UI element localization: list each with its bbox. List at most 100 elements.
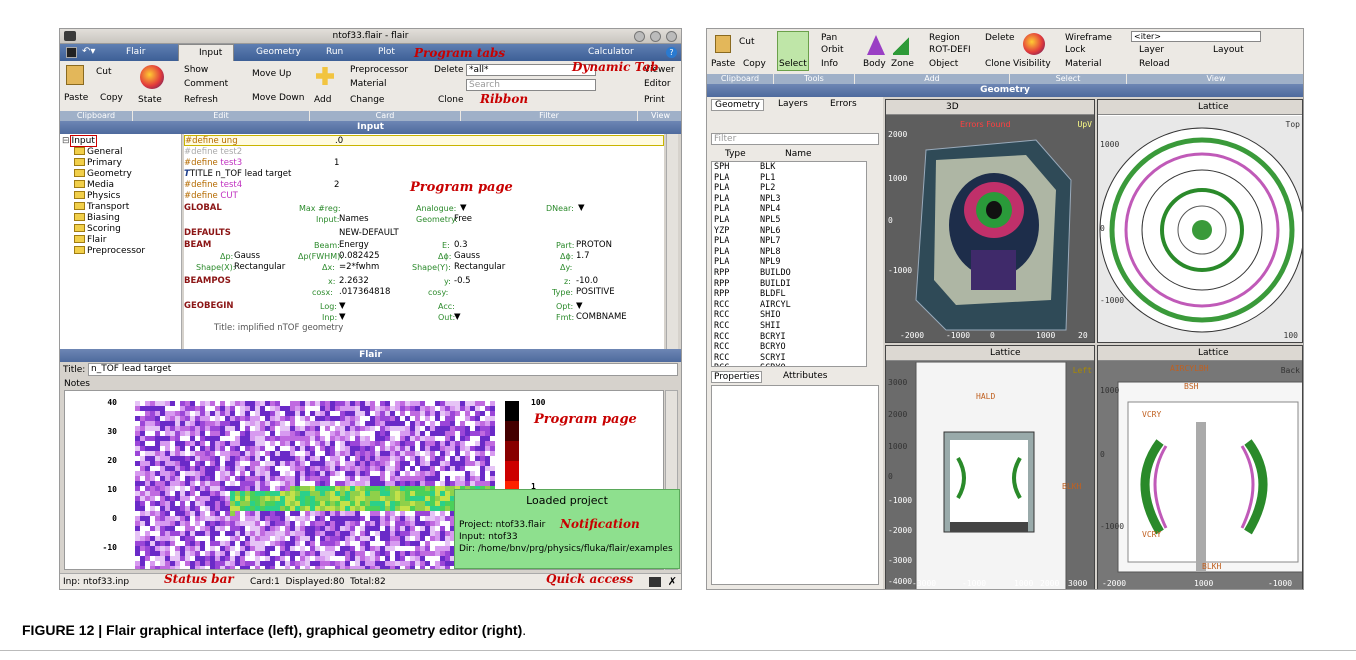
- cut-button[interactable]: Cut: [739, 37, 755, 47]
- layer-button[interactable]: Layer: [1139, 45, 1164, 55]
- body-list-item[interactable]: RPP BUILDO: [714, 268, 866, 279]
- tree-primary[interactable]: Primary: [62, 158, 179, 169]
- tab-geometry[interactable]: Geometry: [711, 99, 764, 111]
- card-geobegin[interactable]: GEOBEGIN Log: ▼ Acc: Opt: ▼ Inp: ▼ Out: ▼ Fm…: [184, 301, 664, 334]
- body-list-item[interactable]: PLA NPL8: [714, 247, 866, 258]
- body-list-item[interactable]: SPH BLK: [714, 162, 866, 173]
- paste-icon[interactable]: [66, 65, 84, 85]
- card-global[interactable]: GLOBAL Max #reg: Analogue: ▼ DNear: ▼ Input…: [184, 203, 664, 225]
- maximize-button[interactable]: [650, 31, 661, 42]
- minimize-button[interactable]: [634, 31, 645, 42]
- comment-button[interactable]: Comment: [184, 79, 228, 89]
- undo-icon[interactable]: ↶▾: [82, 46, 95, 57]
- tree-flair[interactable]: Flair: [62, 235, 179, 246]
- viewport-mode[interactable]: Lattice: [990, 348, 1021, 358]
- cut-button[interactable]: Cut: [96, 67, 112, 77]
- viewport-left[interactable]: Lattice Left HALD BLKH 3000 2000 1000 0 …: [885, 345, 1095, 589]
- header-name[interactable]: Name: [785, 149, 812, 159]
- body-list-item[interactable]: RCC SHII: [714, 321, 866, 332]
- info-button[interactable]: Info: [821, 59, 838, 69]
- viewport-back[interactable]: Lattice Back AIRCYLBH BSH VCRY VCRY BLKH…: [1097, 345, 1303, 589]
- visibility-icon[interactable]: [1023, 33, 1045, 55]
- tab-calculator[interactable]: Calculator: [588, 47, 634, 57]
- change-button[interactable]: Change: [350, 95, 384, 105]
- wireframe-button[interactable]: Wireframe: [1065, 33, 1112, 43]
- print-button[interactable]: Print: [644, 95, 665, 105]
- tab-attributes[interactable]: Attributes: [781, 371, 829, 381]
- card-define-2[interactable]: #define test2: [184, 147, 664, 158]
- move-down-button[interactable]: Move Down: [252, 93, 305, 103]
- body-list-item[interactable]: RPP BLDFL: [714, 289, 866, 300]
- body-list-item[interactable]: RCC BCRYI: [714, 332, 866, 343]
- zone-icon[interactable]: [893, 35, 909, 55]
- move-up-button[interactable]: Move Up: [252, 69, 291, 79]
- material-button[interactable]: Material: [350, 79, 387, 89]
- body-list-item[interactable]: RCC BCRYO: [714, 342, 866, 353]
- body-list-item[interactable]: PLA NPL5: [714, 215, 866, 226]
- tab-input[interactable]: Input: [178, 44, 234, 61]
- viewport-3d[interactable]: 3D Errors Found UpV 2000 1000 0 -1000 -2…: [885, 99, 1095, 343]
- tree-input[interactable]: ⊟ Input: [62, 135, 179, 147]
- preprocessor-button[interactable]: Preprocessor: [350, 65, 408, 75]
- body-list-item[interactable]: PLA NPL3: [714, 194, 866, 205]
- orbit-button[interactable]: Orbit: [821, 45, 844, 55]
- delete-button[interactable]: Delete: [434, 65, 464, 75]
- select-button[interactable]: Select: [779, 59, 807, 69]
- material-button[interactable]: Material: [1065, 59, 1102, 69]
- body-list-item[interactable]: PLA PL2: [714, 183, 866, 194]
- body-list-item[interactable]: YZP NPL6: [714, 226, 866, 237]
- body-list-item[interactable]: PLA PL1: [714, 173, 866, 184]
- header-type[interactable]: Type: [725, 149, 746, 159]
- body-list-item[interactable]: RCC SHIO: [714, 310, 866, 321]
- tab-errors[interactable]: Errors: [827, 99, 860, 109]
- search-input[interactable]: Search: [466, 79, 596, 91]
- paste-button[interactable]: Paste: [711, 59, 735, 69]
- tab-geometry[interactable]: Geometry: [256, 47, 301, 57]
- tab-flair[interactable]: Flair: [126, 47, 145, 57]
- card-beam[interactable]: BEAM Beam: Energy E: 0.3 Part: PROTON Δp: Ga…: [184, 240, 664, 273]
- pan-button[interactable]: Pan: [821, 33, 837, 43]
- visibility-button[interactable]: Visibility: [1013, 59, 1051, 69]
- tab-plot[interactable]: Plot: [378, 47, 395, 57]
- tools-icon[interactable]: ✗: [668, 575, 677, 588]
- add-card-icon[interactable]: [316, 67, 334, 85]
- tree-scoring[interactable]: Scoring: [62, 224, 179, 235]
- delete-button[interactable]: Delete: [985, 33, 1015, 43]
- body-list-item[interactable]: PLA NPL7: [714, 236, 866, 247]
- tree-physics[interactable]: Physics: [62, 191, 179, 202]
- lock-button[interactable]: Lock: [1065, 45, 1086, 55]
- body-list-item[interactable]: RCC SCRYI: [714, 353, 866, 364]
- viewport-mode[interactable]: Lattice: [1198, 102, 1229, 112]
- tree-transport[interactable]: Transport: [62, 202, 179, 213]
- iter-field[interactable]: <iter>: [1131, 31, 1261, 42]
- card-define-1[interactable]: #define ung .0: [184, 135, 664, 146]
- clone-button[interactable]: Clone: [985, 59, 1011, 69]
- paste-icon[interactable]: [715, 35, 731, 53]
- rotdefi-button[interactable]: ROT-DEFI: [929, 45, 971, 55]
- copy-button[interactable]: Copy: [743, 59, 766, 69]
- clone-button[interactable]: Clone: [438, 95, 464, 105]
- card-defaults[interactable]: DEFAULTS NEW-DEFAULT: [184, 228, 664, 239]
- body-list-item[interactable]: RCC AIRCYL: [714, 300, 866, 311]
- tree-preprocessor[interactable]: Preprocessor: [62, 246, 179, 257]
- object-button[interactable]: Object: [929, 59, 958, 69]
- show-button[interactable]: Show: [184, 65, 208, 75]
- title-input[interactable]: n_TOF lead target: [88, 363, 678, 376]
- save-icon[interactable]: [66, 47, 77, 58]
- body-button[interactable]: Body: [863, 59, 886, 69]
- body-list-item[interactable]: PLA NPL4: [714, 204, 866, 215]
- filter-input[interactable]: Filter: [711, 133, 879, 145]
- help-icon[interactable]: ?: [666, 47, 677, 58]
- body-list-item[interactable]: PLA NPL9: [714, 257, 866, 268]
- terminal-icon[interactable]: [649, 577, 661, 587]
- tab-properties[interactable]: Properties: [711, 371, 763, 383]
- state-icon[interactable]: [140, 65, 164, 89]
- body-icon[interactable]: [867, 35, 885, 55]
- zone-button[interactable]: Zone: [891, 59, 914, 69]
- viewport-mode[interactable]: Lattice: [1198, 348, 1229, 358]
- paste-button[interactable]: Paste: [64, 93, 88, 103]
- add-button[interactable]: Add: [314, 95, 331, 105]
- region-button[interactable]: Region: [929, 33, 960, 43]
- card-beampos[interactable]: BEAMPOS x: 2.2632 y: -0.5 z: -10.0 cosx: .01…: [184, 276, 664, 298]
- reload-button[interactable]: Reload: [1139, 59, 1170, 69]
